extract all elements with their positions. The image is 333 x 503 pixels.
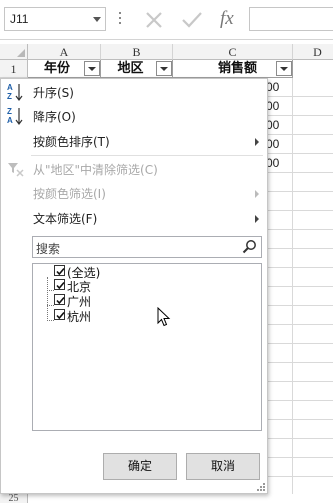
search-placeholder: 搜索	[36, 242, 61, 256]
grid-line	[268, 305, 333, 306]
grid-line	[268, 134, 333, 135]
filter-dropdown-sales[interactable]	[276, 61, 292, 76]
grid-line	[268, 476, 333, 477]
cancel-entry-icon[interactable]	[142, 9, 166, 31]
grid-line	[268, 438, 333, 439]
menu-item-label: 按颜色排序(T)	[33, 135, 110, 149]
sort-descending-icon: Z A	[7, 106, 25, 126]
search-icon[interactable]	[242, 239, 258, 258]
grid-line	[268, 286, 333, 287]
grid-line	[268, 419, 333, 420]
header-sales-label: 销售额	[217, 61, 257, 76]
formula-input[interactable]	[249, 7, 333, 31]
menu-item-sort-by-color[interactable]: 按颜色排序(T)	[1, 129, 267, 153]
menu-separator	[31, 155, 263, 156]
grid-line	[268, 191, 333, 192]
filter-value-list[interactable]: (全选) 北京 广州 杭州	[32, 263, 262, 431]
filter-dropdown-region[interactable]	[156, 61, 172, 76]
sales-value-row2: 00	[266, 80, 280, 94]
fx-label: fx	[220, 8, 234, 29]
row-header-1[interactable]: 1	[0, 60, 28, 78]
svg-text:A: A	[7, 83, 13, 92]
list-item-label: 杭州	[67, 310, 92, 324]
sales-value-row3: 00	[266, 99, 280, 113]
column-header-d[interactable]: D	[293, 44, 333, 60]
name-box-dropdown-icon[interactable]	[93, 17, 101, 22]
header-year-label: 年份	[43, 61, 70, 76]
autofilter-menu: A Z 升序(S) Z A 降序(O) 按颜色排序(T) 从"地区"中清除筛选(…	[0, 78, 268, 494]
menu-item-label: 降序(O)	[33, 110, 76, 124]
checkbox-checked-icon[interactable]	[54, 309, 65, 320]
checkbox-checked-icon[interactable]	[54, 279, 65, 290]
insert-function-icon[interactable]: fx	[217, 8, 245, 31]
sales-value-row6: 00	[266, 156, 280, 170]
tree-line	[47, 277, 48, 321]
menu-item-sort-descending[interactable]: Z A 降序(O)	[1, 104, 267, 128]
submenu-arrow-icon	[255, 190, 259, 198]
menu-item-label: 从"地区"中清除筛选(C)	[33, 163, 158, 177]
select-all-corner[interactable]	[0, 44, 28, 60]
grid-line	[268, 267, 333, 268]
menu-item-clear-filter: 从"地区"中清除筛选(C)	[1, 157, 267, 181]
sort-ascending-icon: A Z	[7, 82, 25, 102]
submenu-arrow-icon	[255, 215, 259, 223]
grid-line	[268, 96, 333, 97]
name-box[interactable]: J11	[4, 7, 106, 31]
row-header-25[interactable]: 25	[0, 494, 28, 503]
checkbox-checked-icon[interactable]	[54, 294, 65, 305]
tree-line	[47, 290, 54, 291]
grid-line	[268, 115, 333, 116]
ok-button[interactable]: 确定	[103, 453, 177, 480]
menu-item-sort-ascending[interactable]: A Z 升序(S)	[1, 80, 267, 104]
confirm-entry-icon[interactable]	[180, 9, 204, 31]
cancel-button[interactable]: 取消	[186, 453, 260, 480]
resize-grip-icon[interactable]	[257, 483, 265, 491]
grid-line	[268, 343, 333, 344]
submenu-arrow-icon	[255, 138, 259, 146]
checkbox-checked-icon[interactable]	[54, 265, 65, 276]
grid-line	[268, 457, 333, 458]
mouse-pointer-icon	[157, 306, 171, 332]
formula-bar: J11 fx	[0, 0, 333, 40]
menu-item-text-filters[interactable]: 文本筛选(F)	[1, 206, 267, 230]
grid-line	[268, 362, 333, 363]
filter-dropdown-year[interactable]	[84, 61, 100, 76]
sales-value-row4: 00	[266, 118, 280, 132]
tree-line	[47, 305, 54, 306]
name-box-value: J11	[10, 12, 29, 26]
header-cell-sales[interactable]: 销售额	[173, 60, 293, 78]
svg-text:Z: Z	[7, 107, 12, 116]
menu-item-label: 按颜色筛选(I)	[33, 187, 106, 201]
grid-line	[268, 210, 333, 211]
menu-item-label: 升序(S)	[33, 86, 74, 100]
grid-line	[268, 172, 333, 173]
header-region-label: 地区	[117, 61, 144, 76]
tree-line	[47, 320, 54, 321]
clear-filter-icon	[7, 159, 25, 179]
grid-line	[268, 248, 333, 249]
formula-bar-grip-icon[interactable]	[118, 10, 122, 28]
menu-item-label: 文本筛选(F)	[33, 212, 98, 226]
grid-line	[268, 400, 333, 401]
svg-text:A: A	[7, 116, 13, 125]
filter-search-input[interactable]: 搜索	[32, 236, 262, 258]
menu-item-filter-by-color: 按颜色筛选(I)	[1, 181, 267, 205]
svg-text:Z: Z	[7, 92, 12, 101]
column-header-b[interactable]: B	[101, 44, 173, 60]
grid-line	[268, 381, 333, 382]
sales-value-row5: 00	[266, 137, 280, 151]
column-header-a[interactable]: A	[28, 44, 101, 60]
grid-line	[268, 324, 333, 325]
column-header-c[interactable]: C	[173, 44, 293, 60]
grid-line	[268, 153, 333, 154]
grid-line	[268, 229, 333, 230]
